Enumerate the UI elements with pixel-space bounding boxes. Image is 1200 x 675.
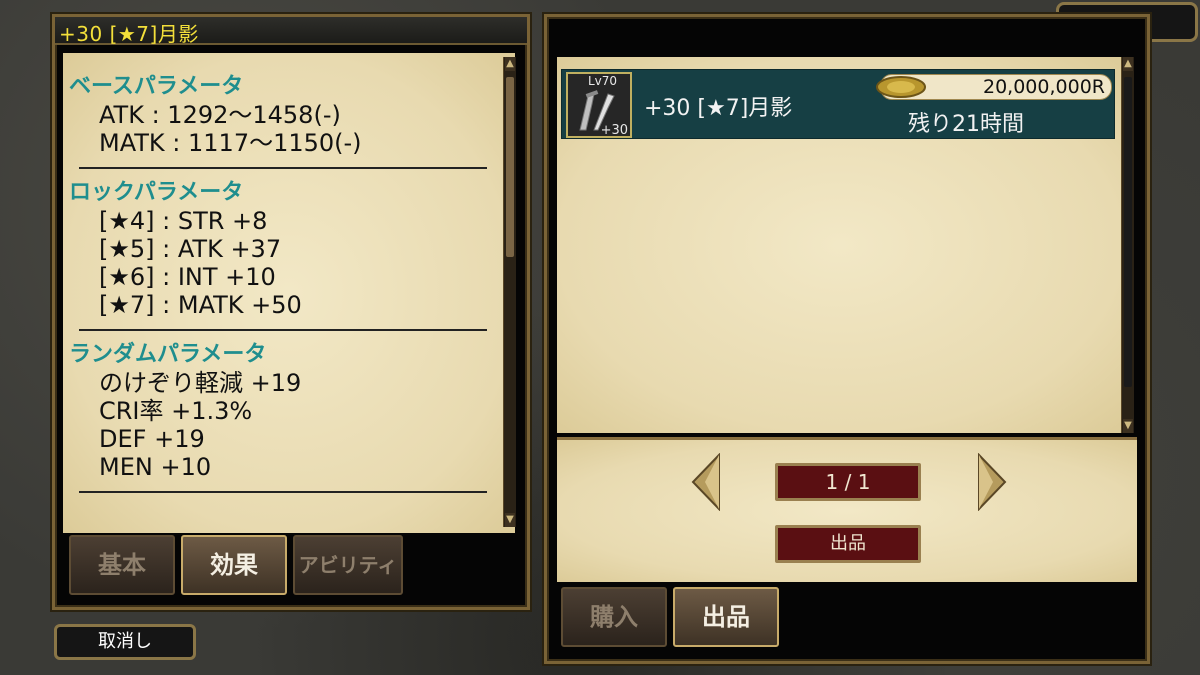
param-line: [★6] : INT +10 [99, 263, 276, 291]
scroll-thumb[interactable] [506, 77, 514, 257]
param-line: DEF +19 [99, 425, 205, 453]
scroll-down-icon[interactable]: ▼ [505, 513, 515, 527]
param-line: のけぞり軽減 +19 [99, 369, 302, 397]
item-level: Lv70 [588, 74, 618, 88]
tab-basic[interactable]: 基本 [69, 535, 175, 595]
base-param-section: ベースパラメータ ATK : 1292～1458(-) MATK : 1117～… [69, 57, 499, 157]
next-page-icon[interactable] [977, 453, 1007, 511]
page-indicator: 1 / 1 [775, 463, 921, 501]
scroll-thumb[interactable] [1124, 77, 1132, 387]
tab-label: 購入 [590, 602, 638, 631]
cancel-button[interactable]: 取消し [54, 624, 196, 660]
tab-label: 基本 [98, 550, 146, 579]
param-line: [★4] : STR +8 [99, 207, 268, 235]
param-line: MEN +10 [99, 453, 212, 481]
item-icon: Lv70 +30 [566, 72, 632, 138]
divider [79, 167, 487, 169]
time-left: 残り21時間 [908, 112, 1024, 137]
prev-page-icon[interactable] [691, 453, 721, 511]
title-bar: +30 [★7]月影 [55, 17, 527, 46]
scroll-up-icon[interactable]: ▲ [1123, 57, 1133, 71]
divider [79, 491, 487, 493]
panel-title: +30 [★7]月影 [59, 22, 199, 46]
param-line: [★7] : MATK +50 [99, 291, 302, 319]
param-line: CRI率 +1.3% [99, 397, 253, 425]
tab-sell[interactable]: 出品 [673, 587, 779, 647]
lock-param-section: ロックパラメータ [★4] : STR +8 [★5] : ATK +37 [★… [69, 179, 499, 319]
scroll-down-icon[interactable]: ▼ [1123, 419, 1133, 433]
listing-item-name: +30 [★7]月影 [644, 96, 793, 121]
item-detail-panel: +30 [★7]月影 ベースパラメータ ATK : 1292～1458(-) M… [52, 14, 530, 610]
section-heading: ベースパラメータ [69, 74, 244, 99]
list-button-label: 出品 [830, 533, 866, 554]
effects-scrollbar[interactable]: ▲ ▼ [503, 57, 516, 527]
param-line: [★5] : ATK +37 [99, 235, 282, 263]
param-line: ATK : 1292～1458(-) [99, 101, 341, 129]
param-line: MATK : 1117～1150(-) [99, 129, 362, 157]
tab-buy[interactable]: 購入 [561, 587, 667, 647]
tab-label: 効果 [210, 550, 258, 579]
tab-label: アビリティ [298, 553, 398, 577]
item-enhance: +30 [600, 123, 628, 138]
tab-label: 出品 [702, 602, 750, 631]
tab-ability[interactable]: アビリティ [293, 535, 403, 595]
coin-icon [876, 76, 926, 98]
price-value: 20,000,000R [983, 76, 1105, 98]
tab-effects[interactable]: 効果 [181, 535, 287, 595]
section-heading: ロックパラメータ [69, 180, 244, 205]
scroll-up-icon[interactable]: ▲ [505, 57, 515, 71]
listing-row[interactable]: Lv70 +30 +30 [★7]月影 20,000,000R 残り21時間 [561, 69, 1115, 139]
price-box: 20,000,000R [876, 74, 1112, 100]
random-param-section: ランダムパラメータ のけぞり軽減 +19 CRI率 +1.3% DEF +19 … [69, 341, 499, 481]
divider [79, 329, 487, 331]
list-item-button[interactable]: 出品 [775, 525, 921, 563]
section-heading: ランダムパラメータ [69, 342, 267, 367]
effects-content: ベースパラメータ ATK : 1292～1458(-) MATK : 1117～… [69, 57, 499, 527]
page-text: 1 / 1 [825, 470, 871, 494]
auction-panel: Lv70 +30 +30 [★7]月影 20,000,000R 残り21時間 ▲… [544, 14, 1150, 664]
cancel-label: 取消し [98, 631, 152, 652]
listing-scrollbar[interactable]: ▲ ▼ [1121, 57, 1134, 433]
